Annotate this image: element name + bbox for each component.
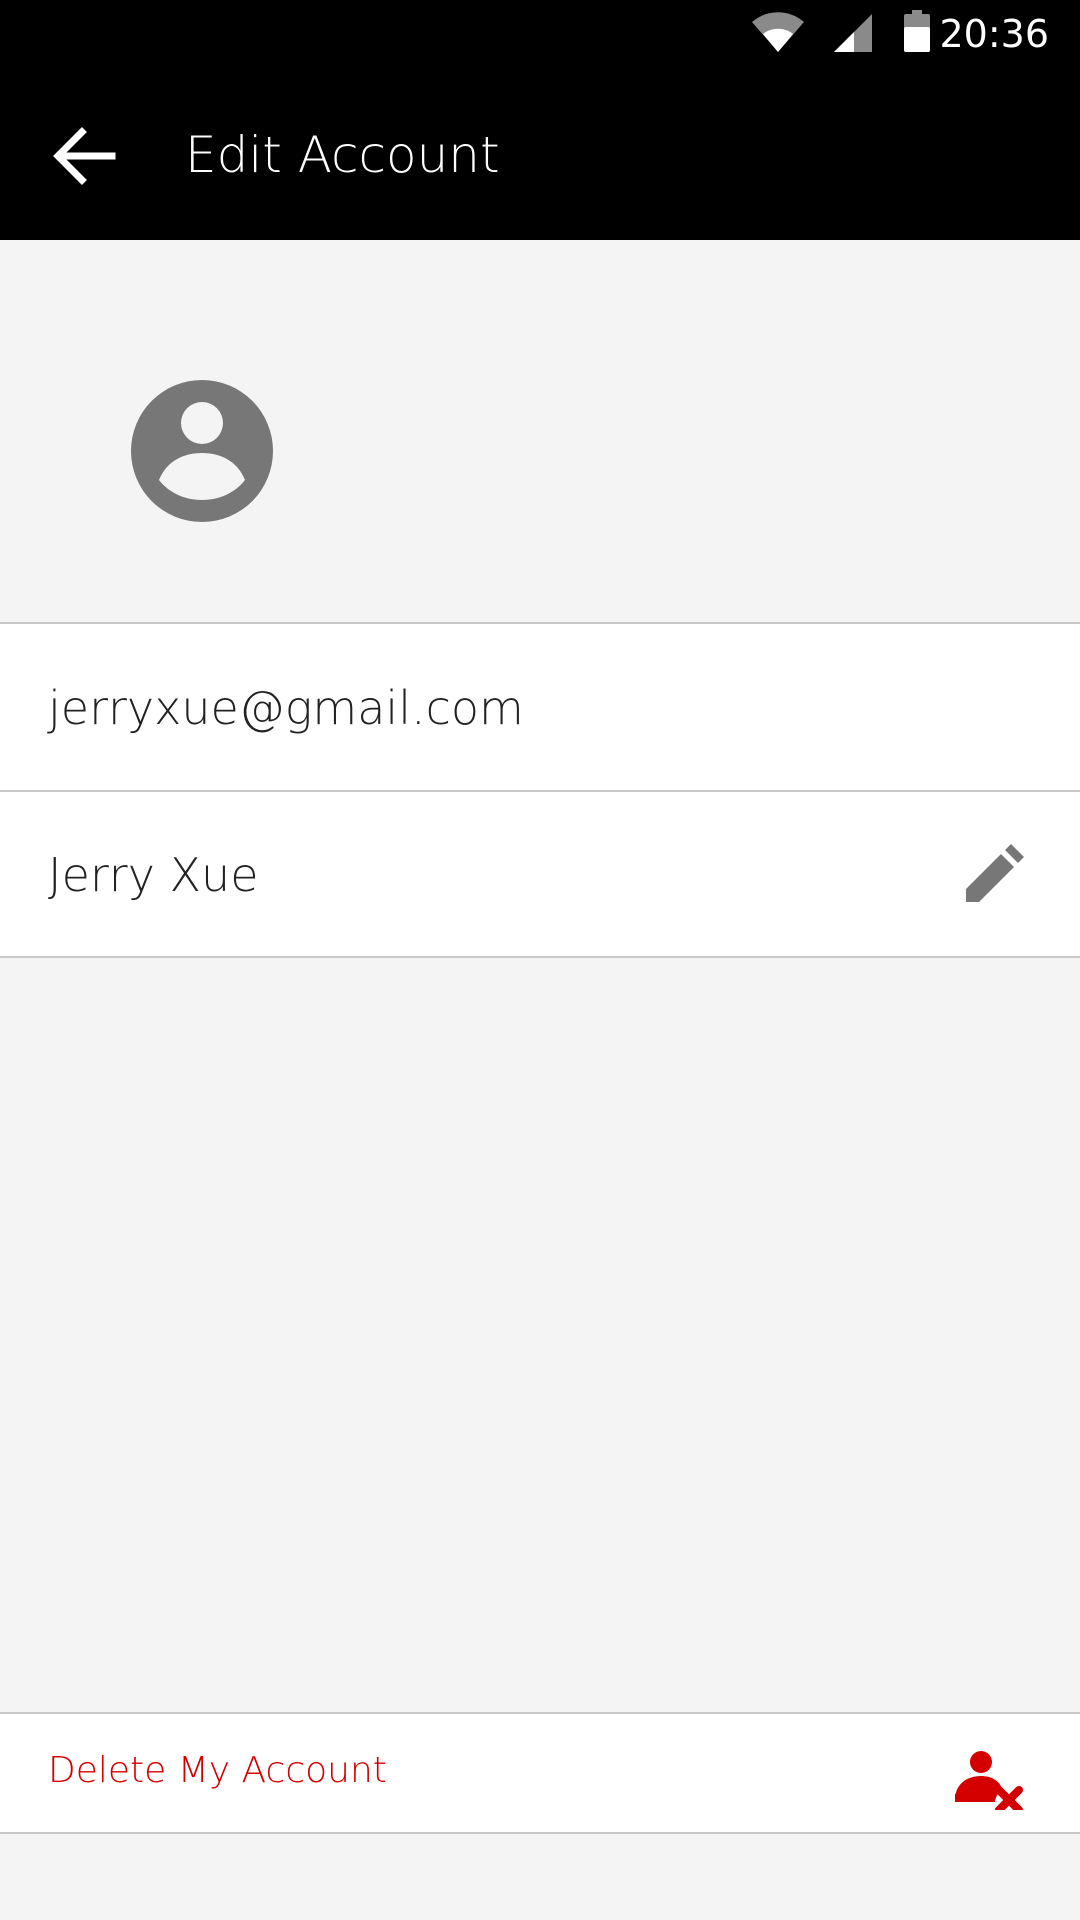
email-row: jerryxue@gmail.com (0, 622, 1080, 792)
cellular-signal-icon (834, 14, 872, 52)
profile-header (0, 240, 1080, 622)
app-bar: Edit Account (0, 72, 1080, 240)
account-circle-icon[interactable] (131, 380, 273, 522)
user-remove-icon (955, 1751, 1023, 1810)
name-row[interactable]: Jerry Xue (0, 790, 1080, 958)
wifi-icon (752, 12, 804, 52)
arrow-left-icon (53, 127, 116, 185)
page-title: Edit Account (185, 126, 500, 184)
battery-icon (904, 10, 930, 52)
delete-account-button[interactable]: Delete My Account (0, 1712, 1080, 1834)
back-button[interactable] (52, 120, 132, 192)
status-time: 20:36 (939, 12, 1049, 56)
name-text: Jerry Xue (48, 848, 259, 902)
delete-account-label: Delete My Account (48, 1750, 387, 1791)
pencil-icon[interactable] (964, 844, 1024, 904)
email-text: jerryxue@gmail.com (48, 681, 524, 735)
status-bar: 20:36 (0, 0, 1080, 72)
